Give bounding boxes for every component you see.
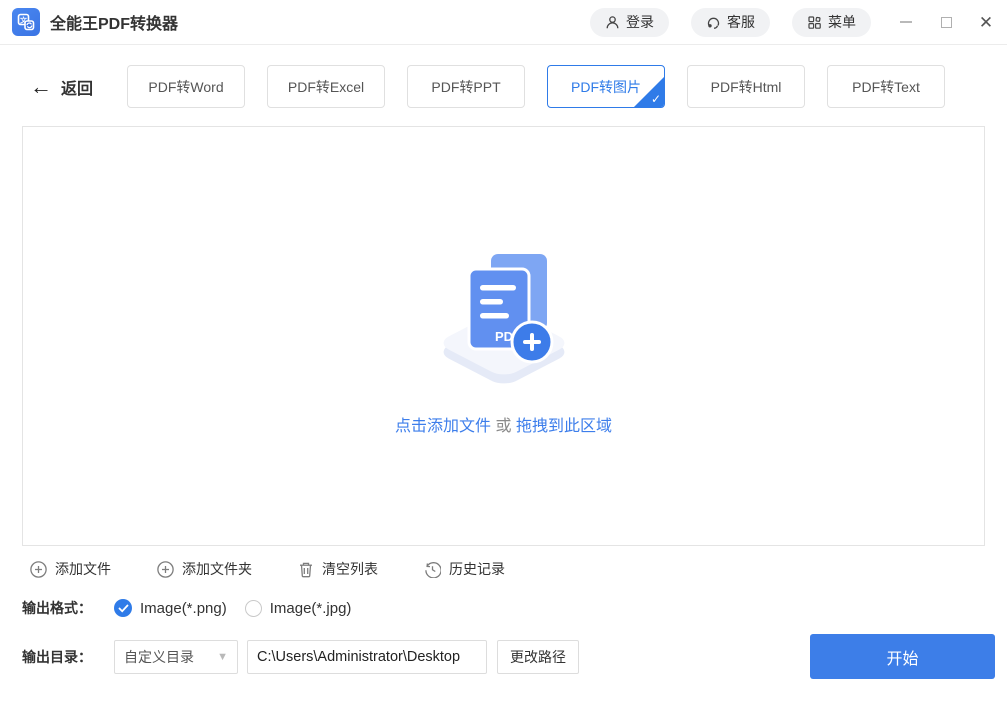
drag-here-text: 拖拽到此区域 [516,418,612,435]
output-path-input[interactable] [247,640,487,674]
format-option-jpg[interactable]: Image(*.jpg) [245,600,352,617]
or-text: 或 [491,418,516,435]
history-button[interactable]: 历史记录 [424,559,505,579]
window-controls: ✕ [899,15,993,29]
tab-pdf-to-ppt[interactable]: PDF转PPT [407,65,525,108]
add-circle-icon [30,561,47,578]
dir-type-value: 自定义目录 [124,647,194,667]
back-label: 返回 [61,75,93,99]
login-label: 登录 [626,12,654,32]
add-circle-icon [157,561,174,578]
add-file-button[interactable]: 添加文件 [30,559,111,579]
pdf-add-illustration: PDF [409,236,599,386]
back-button[interactable]: ← 返回 [30,75,93,99]
output-dir-label: 输出目录： [22,647,92,667]
radio-unchecked-icon [245,600,262,617]
trash-icon [298,561,314,578]
menu-label: 菜单 [828,12,856,32]
actions-row: 添加文件 添加文件夹 清空列表 历史记录 [0,559,1007,579]
output-format-label: 输出格式： [22,598,92,618]
history-label: 历史记录 [449,559,505,579]
app-title: 全能王PDF转换器 [50,10,178,34]
minimize-button[interactable] [899,15,913,29]
dir-type-select[interactable]: 自定义目录 ▼ [114,640,238,674]
tab-check-icon: ✓ [651,92,661,106]
title-bar: 文 全能王PDF转换器 登录 客服 [0,0,1007,45]
tab-pdf-to-excel[interactable]: PDF转Excel [267,65,385,108]
file-drop-area[interactable]: PDF 点击添加文件 或 拖拽到此区域 [22,126,985,546]
dropdown-caret-icon: ▼ [217,651,228,663]
click-to-add-link[interactable]: 点击添加文件 [395,418,491,435]
user-icon [605,15,620,30]
add-folder-label: 添加文件夹 [182,559,252,579]
menu-button[interactable]: 菜单 [792,8,871,37]
radio-checked-icon [114,599,132,617]
history-icon [424,561,441,578]
output-dir-row: 输出目录： 自定义目录 ▼ 更改路径 开始 [0,634,1007,679]
support-button[interactable]: 客服 [691,8,770,37]
output-format-row: 输出格式： Image(*.png) Image(*.jpg) [0,598,1007,618]
add-file-label: 添加文件 [55,559,111,579]
nav-row: ← 返回 PDF转Word PDF转Excel PDF转PPT PDF转图片 ✓… [0,65,1007,108]
grid-menu-icon [807,15,822,30]
support-label: 客服 [727,12,755,32]
start-button[interactable]: 开始 [810,634,995,679]
tab-bar: PDF转Word PDF转Excel PDF转PPT PDF转图片 ✓ PDF转… [127,65,945,108]
app-logo-icon: 文 [12,8,40,36]
format-option-png[interactable]: Image(*.png) [114,599,227,617]
clear-list-button[interactable]: 清空列表 [298,559,378,579]
close-button[interactable]: ✕ [979,15,993,29]
tab-pdf-to-image[interactable]: PDF转图片 ✓ [547,65,665,108]
clear-list-label: 清空列表 [322,559,378,579]
tab-pdf-to-word[interactable]: PDF转Word [127,65,245,108]
tab-pdf-to-html[interactable]: PDF转Html [687,65,805,108]
tab-pdf-to-text[interactable]: PDF转Text [827,65,945,108]
format-png-label: Image(*.png) [140,600,227,617]
tab-label: PDF转图片 [571,77,641,97]
add-folder-button[interactable]: 添加文件夹 [157,559,252,579]
login-button[interactable]: 登录 [590,8,669,37]
format-jpg-label: Image(*.jpg) [270,600,352,617]
maximize-button[interactable] [939,15,953,29]
change-path-button[interactable]: 更改路径 [497,640,579,674]
drop-caption: 点击添加文件 或 拖拽到此区域 [395,412,612,436]
headset-icon [706,15,721,30]
back-arrow-icon: ← [30,76,52,98]
